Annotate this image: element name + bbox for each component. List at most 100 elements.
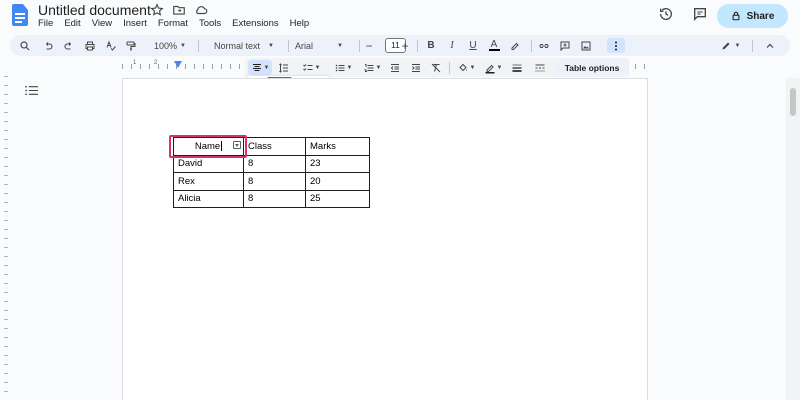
clear-formatting-icon[interactable]	[429, 60, 443, 75]
decrease-indent-icon[interactable]	[388, 60, 402, 75]
chevron-down-icon: ▼	[314, 64, 321, 71]
highlight-color-icon[interactable]	[508, 38, 522, 53]
menu-file[interactable]: File	[38, 18, 53, 29]
spellcheck-icon[interactable]	[104, 38, 118, 53]
editing-mode-select[interactable]: ▼	[715, 38, 745, 53]
menu-extensions[interactable]: Extensions	[232, 18, 278, 29]
table-row: David 8 23	[173, 154, 370, 173]
chevron-down-icon: ▼	[346, 64, 353, 71]
redo-icon[interactable]	[62, 38, 76, 53]
cell-background-button[interactable]: ▼	[455, 60, 477, 75]
table-cell[interactable]: Class	[243, 137, 306, 156]
table-cell[interactable]: Alicia	[173, 189, 244, 208]
line-spacing-icon[interactable]	[277, 60, 291, 75]
table-cell[interactable]: David	[173, 154, 244, 173]
border-dash-icon[interactable]	[533, 60, 547, 75]
menu-view[interactable]: View	[92, 18, 112, 29]
vertical-scrollbar[interactable]	[786, 78, 800, 400]
toolbar-divider	[752, 40, 753, 52]
text-color-label: A	[490, 39, 498, 50]
zoom-value: 100%	[154, 40, 178, 51]
zoom-select[interactable]: 100% ▼	[148, 38, 192, 53]
italic-button[interactable]: I	[445, 38, 459, 53]
menu-insert[interactable]: Insert	[123, 18, 147, 29]
menu-bar: File Edit View Insert Format Tools Exten…	[38, 18, 309, 29]
table-cell[interactable]: 20	[305, 172, 370, 191]
chevron-down-icon: ▼	[268, 42, 274, 49]
version-history-icon[interactable]	[658, 6, 674, 22]
document-title[interactable]: Untitled document	[38, 2, 151, 18]
undo-icon[interactable]	[41, 38, 55, 53]
add-comment-icon[interactable]	[558, 38, 572, 53]
toolbar-divider	[449, 62, 450, 74]
pencil-icon	[722, 42, 730, 49]
checklist-button[interactable]: ▼	[298, 60, 324, 75]
menu-format[interactable]: Format	[158, 18, 188, 29]
decrease-font-size-button[interactable]: −	[362, 38, 376, 53]
main-toolbar: 100% ▼ Normal text ▼ Arial ▼ − 11 + B I U A…	[10, 35, 790, 56]
border-width-icon[interactable]	[510, 60, 524, 75]
more-options-icon[interactable]	[607, 38, 625, 53]
share-button[interactable]: Share	[717, 4, 788, 28]
docs-logo-icon[interactable]	[12, 4, 28, 26]
table-cell[interactable]: 25	[305, 189, 370, 208]
star-icon[interactable]	[150, 3, 164, 17]
increase-font-size-button[interactable]: +	[398, 38, 412, 53]
bold-button[interactable]: B	[424, 38, 438, 53]
toolbar-divider	[288, 40, 289, 52]
document-outline-icon[interactable]	[25, 83, 38, 101]
bulleted-list-button[interactable]: ▼	[330, 60, 356, 75]
border-color-button[interactable]: ▼	[481, 60, 505, 75]
underline-button[interactable]: U	[466, 38, 480, 53]
paragraph-style-select[interactable]: Normal text ▼	[205, 38, 283, 53]
title-icons	[150, 3, 208, 17]
fill-color-icon	[458, 63, 467, 71]
table-row: Name Class Marks	[173, 137, 370, 156]
chevron-down-icon: ▼	[263, 64, 270, 71]
chevron-down-icon: ▼	[375, 64, 382, 71]
cell-text: Name	[194, 140, 221, 152]
table-cell[interactable]: Marks	[305, 137, 370, 156]
search-menus-icon[interactable]	[18, 38, 32, 53]
chevron-down-icon: ▼	[734, 42, 741, 49]
table-cell[interactable]: 8	[243, 154, 306, 173]
vertical-ruler[interactable]	[0, 76, 9, 400]
chevron-down-icon: ▼	[180, 42, 186, 49]
text-color-button[interactable]: A	[487, 38, 501, 53]
align-center-icon	[252, 63, 261, 71]
table-cell-name-header[interactable]: Name	[173, 137, 244, 156]
comments-icon[interactable]	[692, 6, 708, 22]
ruler-number: 2	[154, 60, 158, 66]
menu-tools[interactable]: Tools	[199, 18, 221, 29]
text-color-swatch	[488, 49, 500, 51]
table-cell[interactable]: Rex	[173, 172, 244, 191]
table-cell[interactable]: 8	[243, 189, 306, 208]
text-cursor	[221, 141, 223, 152]
share-label: Share	[746, 10, 775, 22]
cell-menu-icon[interactable]	[233, 141, 241, 149]
paint-format-icon[interactable]	[124, 38, 138, 53]
insert-image-icon[interactable]	[579, 38, 593, 53]
align-button[interactable]: ▼	[248, 60, 272, 75]
print-icon[interactable]	[83, 38, 97, 53]
chevron-down-icon: ▼	[496, 64, 503, 71]
menu-help[interactable]: Help	[290, 18, 310, 29]
menu-edit[interactable]: Edit	[64, 18, 80, 29]
numbered-list-button[interactable]: ▼	[359, 60, 385, 75]
increase-indent-icon[interactable]	[409, 60, 423, 75]
toolbar-divider	[531, 40, 532, 52]
checklist-icon	[302, 63, 313, 71]
document-page[interactable]	[122, 78, 648, 400]
table-cell[interactable]: 8	[243, 172, 306, 191]
chevron-down-icon: ▼	[337, 42, 343, 49]
move-folder-icon[interactable]	[172, 3, 186, 17]
font-value: Arial	[295, 40, 314, 51]
font-select[interactable]: Arial ▼	[293, 38, 353, 53]
toolbar-divider	[198, 40, 199, 52]
cloud-status-icon[interactable]	[194, 3, 208, 17]
table-options-button[interactable]: Table options	[555, 59, 629, 76]
insert-link-icon[interactable]	[537, 38, 551, 53]
table-cell[interactable]: 23	[305, 154, 370, 173]
scrollbar-thumb[interactable]	[790, 88, 796, 116]
hide-menus-icon[interactable]	[763, 38, 777, 53]
